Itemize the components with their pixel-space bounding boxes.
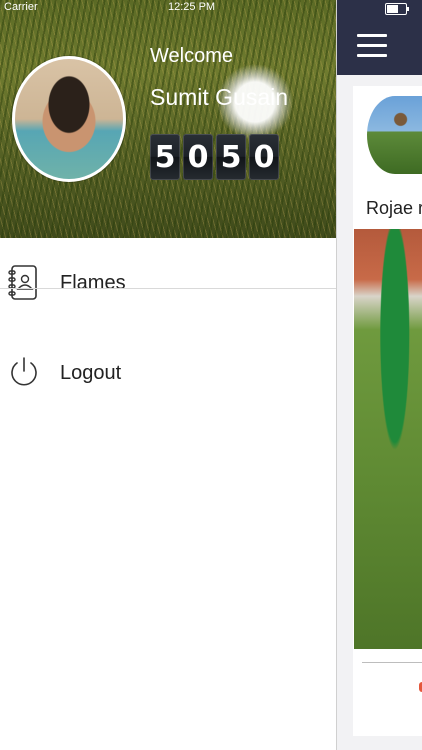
nav-bar (337, 0, 422, 75)
welcome-text: Welcome (150, 45, 233, 67)
score-counter: 5 0 5 0 (150, 134, 279, 180)
status-time: 12:25 PM (168, 1, 216, 13)
drawer-header: Carrier 12:25 PM Welcome Sumit Gusain 5 … (0, 0, 336, 238)
score-digit: 5 (216, 134, 246, 180)
post-author-avatar[interactable] (367, 96, 422, 174)
feed-post-card[interactable]: Rojae r (353, 86, 422, 736)
score-digit: 0 (183, 134, 213, 180)
user-name: Sumit Gusain (150, 84, 289, 110)
profile-avatar[interactable] (12, 56, 126, 182)
power-icon (7, 355, 41, 389)
post-photo[interactable] (354, 229, 422, 649)
score-digit: 0 (249, 134, 279, 180)
contacts-book-icon (8, 265, 38, 301)
menu-item-flames[interactable]: Flames (0, 258, 336, 314)
status-carrier: Carrier (4, 1, 38, 13)
menu-item-label: Flames (60, 272, 126, 294)
score-digit: 5 (150, 134, 180, 180)
post-divider (362, 662, 422, 663)
menu-item-logout[interactable]: Logout (0, 346, 336, 402)
menu-item-label: Logout (60, 362, 122, 384)
drawer-edge (336, 0, 337, 750)
hamburger-menu-icon[interactable] (357, 34, 387, 58)
post-author-name[interactable]: Rojae r (366, 198, 422, 219)
side-drawer: Carrier 12:25 PM Welcome Sumit Gusain 5 … (0, 0, 336, 750)
background-app: Rojae r (337, 0, 422, 750)
menu-divider (0, 288, 336, 289)
battery-icon (385, 3, 409, 15)
